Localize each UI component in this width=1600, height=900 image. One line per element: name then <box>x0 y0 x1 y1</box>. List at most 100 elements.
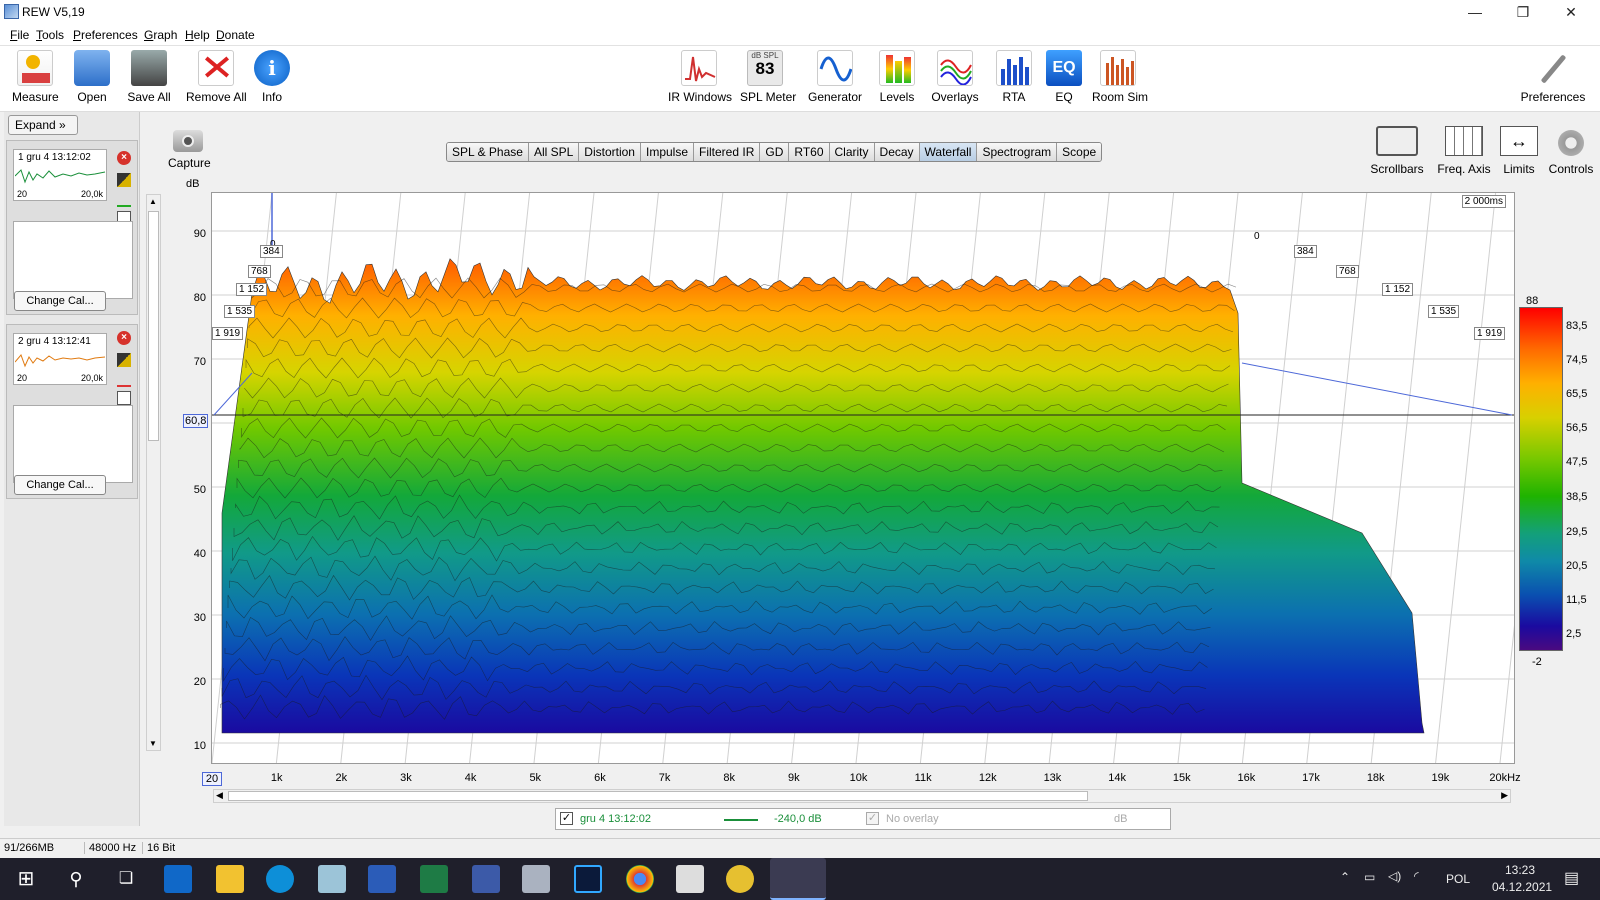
language-indicator[interactable]: POL <box>1446 872 1470 886</box>
menu-donate[interactable]: Donate <box>216 28 255 42</box>
tab-all-spl[interactable]: All SPL <box>528 143 580 161</box>
controls-button[interactable]: Controls <box>1546 126 1596 176</box>
room-sim-button[interactable]: Room Sim <box>1092 50 1148 104</box>
tab-clarity[interactable]: Clarity <box>829 143 875 161</box>
tab-filtered-ir[interactable]: Filtered IR <box>694 143 761 161</box>
window-title: REW V5,19 <box>22 5 85 19</box>
scroll-left-icon[interactable]: ◀ <box>216 790 223 801</box>
measure-button[interactable]: Measure <box>12 50 59 104</box>
spl-meter-button[interactable]: dB SPL 83 SPL Meter <box>740 50 796 104</box>
skype-icon[interactable] <box>266 865 294 893</box>
eq-button[interactable]: EQ EQ <box>1046 50 1082 104</box>
minimize-button[interactable]: — <box>1452 0 1498 24</box>
waterfall-plot[interactable]: 2 000ms 0 384 768 1 152 1 535 1 919 0 38… <box>211 192 1515 764</box>
tab-gd[interactable]: GD <box>760 143 790 161</box>
vertical-scrollbar[interactable]: ▲ ▼ <box>146 194 161 751</box>
measurement-notes[interactable] <box>13 221 133 299</box>
change-cal-button[interactable]: Change Cal... <box>14 475 106 495</box>
remove-measurement-icon[interactable]: × <box>117 151 131 165</box>
capture-button[interactable]: Capture <box>168 130 211 170</box>
tab-spectrogram[interactable]: Spectrogram <box>977 143 1058 161</box>
notes-icon[interactable] <box>117 391 131 405</box>
eq-icon: EQ <box>1046 50 1082 86</box>
tab-rt60[interactable]: RT60 <box>789 143 830 161</box>
ir-windows-button[interactable]: IR Windows <box>668 50 732 104</box>
legend-checkbox[interactable]: ✓ <box>560 812 573 825</box>
tab-scope[interactable]: Scope <box>1057 143 1102 161</box>
spl-meter-icon: dB SPL 83 <box>747 50 783 86</box>
app-icon[interactable] <box>726 865 754 893</box>
horizontal-scrollbar[interactable]: ◀ ▶ <box>213 789 1511 803</box>
front-time-label: 1 152 <box>236 283 268 296</box>
limits-button[interactable]: ↔ Limits <box>1498 126 1540 176</box>
scroll-up-icon[interactable]: ▲ <box>149 197 157 206</box>
menu-graph[interactable]: Graph <box>144 28 177 42</box>
edit-icon[interactable] <box>117 353 131 367</box>
change-cal-button[interactable]: Change Cal... <box>14 291 106 311</box>
menu-preferences[interactable]: Preferences <box>73 28 138 42</box>
measurement-notes[interactable] <box>13 405 133 483</box>
menu-help[interactable]: Help <box>185 28 210 42</box>
task-view-icon[interactable]: ❏ <box>112 865 140 893</box>
tab-decay[interactable]: Decay <box>874 143 920 161</box>
close-button[interactable]: ✕ <box>1548 0 1594 24</box>
remove-all-button[interactable]: Remove All <box>186 50 247 104</box>
volume-icon[interactable]: ◁) <box>1388 869 1401 883</box>
y-tick: 10 <box>193 740 206 752</box>
menu-file[interactable]: File <box>10 28 29 42</box>
tray-chevron-icon[interactable]: ⌃ <box>1340 870 1350 884</box>
outlook-icon[interactable] <box>164 865 192 893</box>
clock-date[interactable]: 04.12.2021 <box>1492 880 1552 894</box>
taskbar: ⊞ ⚲ ❏ ⌃ ▭ ◁) ◜ POL 13:23 04.12.2021 ▤ <box>0 858 1600 900</box>
word-icon[interactable] <box>368 865 396 893</box>
calculator-icon[interactable] <box>522 865 550 893</box>
chrome-icon[interactable] <box>626 865 654 893</box>
measure-icon <box>17 50 53 86</box>
remove-measurement-icon[interactable]: × <box>117 331 131 345</box>
levels-icon <box>879 50 915 86</box>
graph-tabs: SPL & Phase All SPL Distortion Impulse F… <box>446 142 1103 162</box>
network-icon[interactable]: ◜ <box>1414 869 1419 883</box>
measurement-item[interactable]: 1 gru 4 13:12:02 20 20,0k × <box>6 140 138 315</box>
measurement-item[interactable]: 2 gru 4 13:12:41 20 20,0k × <box>6 324 138 499</box>
rta-button[interactable]: RTA <box>994 50 1034 104</box>
scroll-thumb[interactable] <box>228 791 1088 801</box>
clock-time[interactable]: 13:23 <box>1492 863 1548 877</box>
scroll-right-icon[interactable]: ▶ <box>1501 790 1508 801</box>
tab-distortion[interactable]: Distortion <box>579 143 641 161</box>
search-icon[interactable]: ⚲ <box>62 865 90 893</box>
restore-button[interactable]: ❐ <box>1500 0 1546 24</box>
pen-icon[interactable] <box>117 193 131 207</box>
battery-icon[interactable]: ▭ <box>1364 870 1375 884</box>
tab-spl-phase[interactable]: SPL & Phase <box>447 143 529 161</box>
windows-start-icon[interactable]: ⊞ <box>12 865 40 893</box>
preferences-button[interactable]: Preferences <box>1520 50 1586 104</box>
rew-taskbar-icon[interactable] <box>770 858 826 900</box>
overlays-button[interactable]: Overlays <box>930 50 980 104</box>
photoshop-icon[interactable] <box>574 865 602 893</box>
tab-impulse[interactable]: Impulse <box>640 143 695 161</box>
expand-button[interactable]: Expand » <box>8 115 78 135</box>
app-icon[interactable] <box>318 865 346 893</box>
save-all-button[interactable]: Save All <box>126 50 172 104</box>
save-app-icon[interactable] <box>472 865 500 893</box>
freq-axis-button[interactable]: Freq. Axis <box>1434 126 1494 176</box>
open-button[interactable]: Open <box>72 50 112 104</box>
pen-icon[interactable] <box>117 373 131 387</box>
app-icon[interactable] <box>676 865 704 893</box>
scroll-thumb[interactable] <box>148 211 159 441</box>
tab-waterfall[interactable]: Waterfall <box>919 143 978 161</box>
x-tick: 20kHz <box>1489 772 1521 784</box>
edit-icon[interactable] <box>117 173 131 187</box>
file-explorer-icon[interactable] <box>216 865 244 893</box>
y-axis-unit: dB <box>186 178 200 190</box>
scrollbars-button[interactable]: Scrollbars <box>1370 126 1424 176</box>
excel-icon[interactable] <box>420 865 448 893</box>
info-button[interactable]: i Info <box>254 50 290 104</box>
overlay-checkbox[interactable]: ✓ <box>866 812 879 825</box>
levels-button[interactable]: Levels <box>876 50 918 104</box>
notifications-icon[interactable]: ▤ <box>1564 868 1579 888</box>
scroll-down-icon[interactable]: ▼ <box>149 739 157 748</box>
menu-tools[interactable]: Tools <box>36 28 64 42</box>
generator-button[interactable]: Generator <box>808 50 862 104</box>
